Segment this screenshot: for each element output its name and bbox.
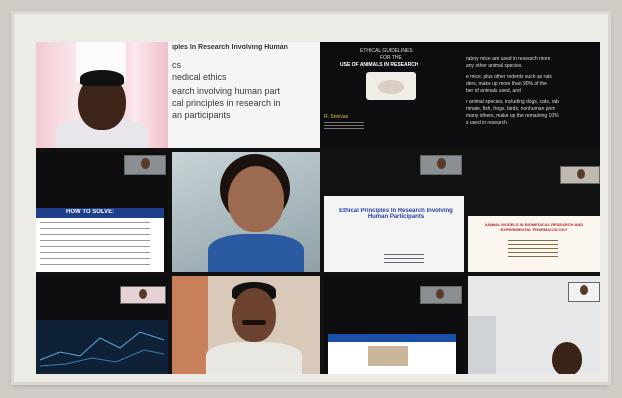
how-to-solve-title: HOW TO SOLVE: bbox=[66, 209, 115, 215]
participant-tile-man-pink[interactable] bbox=[36, 42, 168, 148]
slide-tile-animal-stats[interactable]: ratory mice are used in research more an… bbox=[464, 42, 600, 148]
participant-tile-man-room[interactable] bbox=[468, 276, 600, 374]
webpage-image bbox=[368, 346, 408, 366]
participant-face bbox=[228, 166, 284, 232]
slide-title-strip: iples In Research Involving Human bbox=[172, 44, 288, 51]
participant-face bbox=[232, 288, 276, 342]
slide-tile-ethical-principles[interactable]: Ethical Principles In Research Involving… bbox=[324, 152, 464, 272]
slide-card: HOW TO SOLVE: bbox=[36, 208, 164, 272]
slide-text-8: many others, make up the remaining 10% bbox=[466, 113, 559, 119]
graph-lines bbox=[39, 331, 165, 367]
graph-screen bbox=[36, 320, 168, 374]
slide-line-2: nedical ethics bbox=[172, 72, 227, 82]
slide-line-1: cs bbox=[172, 60, 181, 70]
slide-line-3: earch involving human part bbox=[172, 86, 281, 96]
slide-tile-animal-guidelines[interactable]: ETHICAL GUIDELINES FOR THE USE OF ANIMAL… bbox=[320, 42, 464, 148]
animal-models-title: ANIMAL MODELS IN BIOMEDICAL RESEARCH AND… bbox=[484, 222, 584, 232]
slide-author: R. Srinivas bbox=[324, 114, 349, 120]
slide-line-5: an participants bbox=[172, 110, 231, 120]
participant-tile-woman[interactable] bbox=[172, 152, 320, 272]
participant-tile-man-mustache[interactable] bbox=[172, 276, 320, 374]
participant-thumbnail bbox=[560, 166, 600, 184]
slide-text-5: ber of animals used, and bbox=[466, 88, 521, 94]
slide-tile-ethics-main[interactable]: iples In Research Involving Human cs ned… bbox=[168, 42, 320, 148]
slide-line-4: cal principles in research in bbox=[172, 98, 281, 108]
slide-card: ANIMAL MODELS IN BIOMEDICAL RESEARCH AND… bbox=[468, 216, 600, 272]
slide-subheader: FOR THE bbox=[380, 55, 402, 61]
slide-tile-how-to-solve[interactable]: HOW TO SOLVE: bbox=[36, 152, 168, 272]
slide-title: USE OF ANIMALS IN RESEARCH bbox=[340, 62, 419, 68]
participant-body bbox=[206, 342, 302, 374]
slide-footer-text bbox=[384, 254, 424, 266]
slide-text-2: any other animal species. bbox=[466, 63, 523, 69]
slide-text-4: ders, make up more than 90% of the bbox=[466, 81, 547, 87]
participant-body bbox=[208, 234, 304, 272]
slide-tile-animal-models[interactable]: ANIMAL MODELS IN BIOMEDICAL RESEARCH AND… bbox=[468, 152, 600, 272]
slide-card-body bbox=[40, 222, 150, 268]
webpage-header bbox=[328, 334, 456, 342]
video-conference-gallery: iples In Research Involving Human cs ned… bbox=[36, 42, 600, 374]
participant-thumbnail bbox=[120, 286, 166, 304]
participant-face bbox=[552, 342, 582, 374]
slide-card-details bbox=[508, 240, 558, 260]
webpage-screen bbox=[328, 334, 456, 374]
slide-tile-graph[interactable] bbox=[36, 276, 168, 374]
author-details bbox=[324, 122, 364, 130]
slide-text-7: rimate, fish, frogs, birds, nonhuman pri… bbox=[466, 106, 556, 112]
slide-header: ETHICAL GUIDELINES bbox=[360, 48, 413, 54]
participant-thumbnail bbox=[420, 286, 462, 304]
slide-card: Ethical Principles In Research Involving… bbox=[324, 196, 464, 272]
background-curtain bbox=[172, 276, 208, 374]
ethical-principles-title: Ethical Principles In Research Involving… bbox=[339, 208, 453, 220]
participant-hair bbox=[80, 70, 124, 86]
room-shelf bbox=[468, 316, 496, 374]
participant-thumbnail bbox=[568, 282, 600, 302]
slide-text-6: r animal species, including dogs, cats, … bbox=[466, 99, 559, 105]
participant-thumbnail bbox=[124, 155, 166, 175]
slide-text-1: ratory mice are used in research more bbox=[466, 56, 551, 62]
slide-text-3: e mice, plus other rodents such as rats bbox=[466, 74, 552, 80]
rat-image bbox=[366, 72, 416, 100]
participant-mustache bbox=[242, 320, 266, 325]
slide-tile-webpage[interactable] bbox=[324, 276, 464, 374]
slide-text-9: s used in research. bbox=[466, 120, 509, 126]
participant-thumbnail bbox=[420, 155, 462, 175]
rat-icon bbox=[378, 80, 404, 94]
